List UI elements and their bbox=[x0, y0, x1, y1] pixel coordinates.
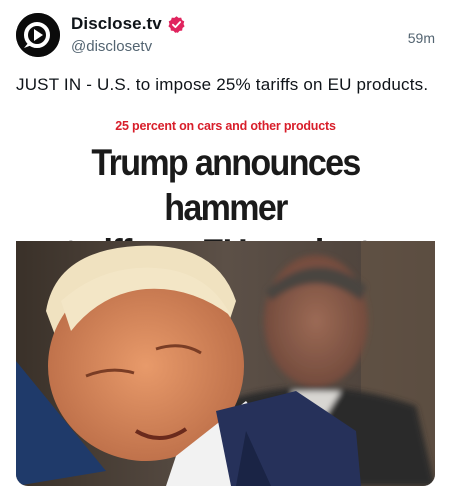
display-name[interactable]: Disclose.tv bbox=[71, 14, 162, 34]
article-kicker: 25 percent on cars and other products bbox=[115, 119, 336, 133]
post-media[interactable]: 25 percent on cars and other products Tr… bbox=[16, 108, 435, 486]
news-photo[interactable] bbox=[16, 241, 435, 486]
post-timestamp[interactable]: 59m bbox=[408, 30, 435, 46]
post-header: Disclose.tv @disclosetv 59m bbox=[16, 13, 435, 61]
verified-badge-icon bbox=[168, 15, 185, 33]
post-text: JUST IN - U.S. to impose 25% tariffs on … bbox=[16, 75, 429, 94]
author-handle[interactable]: @disclosetv bbox=[71, 38, 152, 55]
disclose-logo-icon bbox=[16, 13, 60, 57]
avatar[interactable] bbox=[16, 13, 60, 57]
headline-line-1: Trump announces hammer bbox=[91, 142, 361, 228]
news-photo-illustration bbox=[16, 241, 435, 486]
author-row: Disclose.tv bbox=[71, 14, 186, 34]
